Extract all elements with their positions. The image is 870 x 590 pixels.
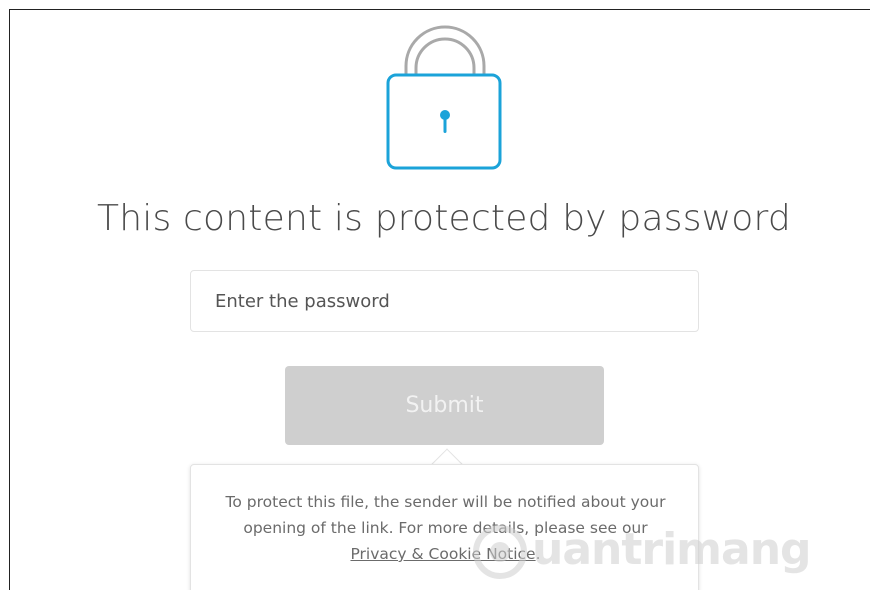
password-field[interactable] (190, 270, 699, 332)
privacy-cookie-notice-link[interactable]: Privacy & Cookie Notice (350, 545, 535, 563)
privacy-notice-text: To protect this file, the sender will be… (215, 489, 676, 567)
notice-text-after: . (535, 545, 541, 563)
lock-icon (386, 22, 504, 172)
submit-button[interactable]: Submit (285, 366, 604, 445)
notice-text-before: To protect this file, the sender will be… (225, 493, 666, 537)
frame-border-top (9, 9, 870, 10)
page-title: This content is protected by password (97, 198, 791, 239)
privacy-notice-popover: To protect this file, the sender will be… (190, 464, 699, 590)
frame-border-left (9, 9, 10, 590)
